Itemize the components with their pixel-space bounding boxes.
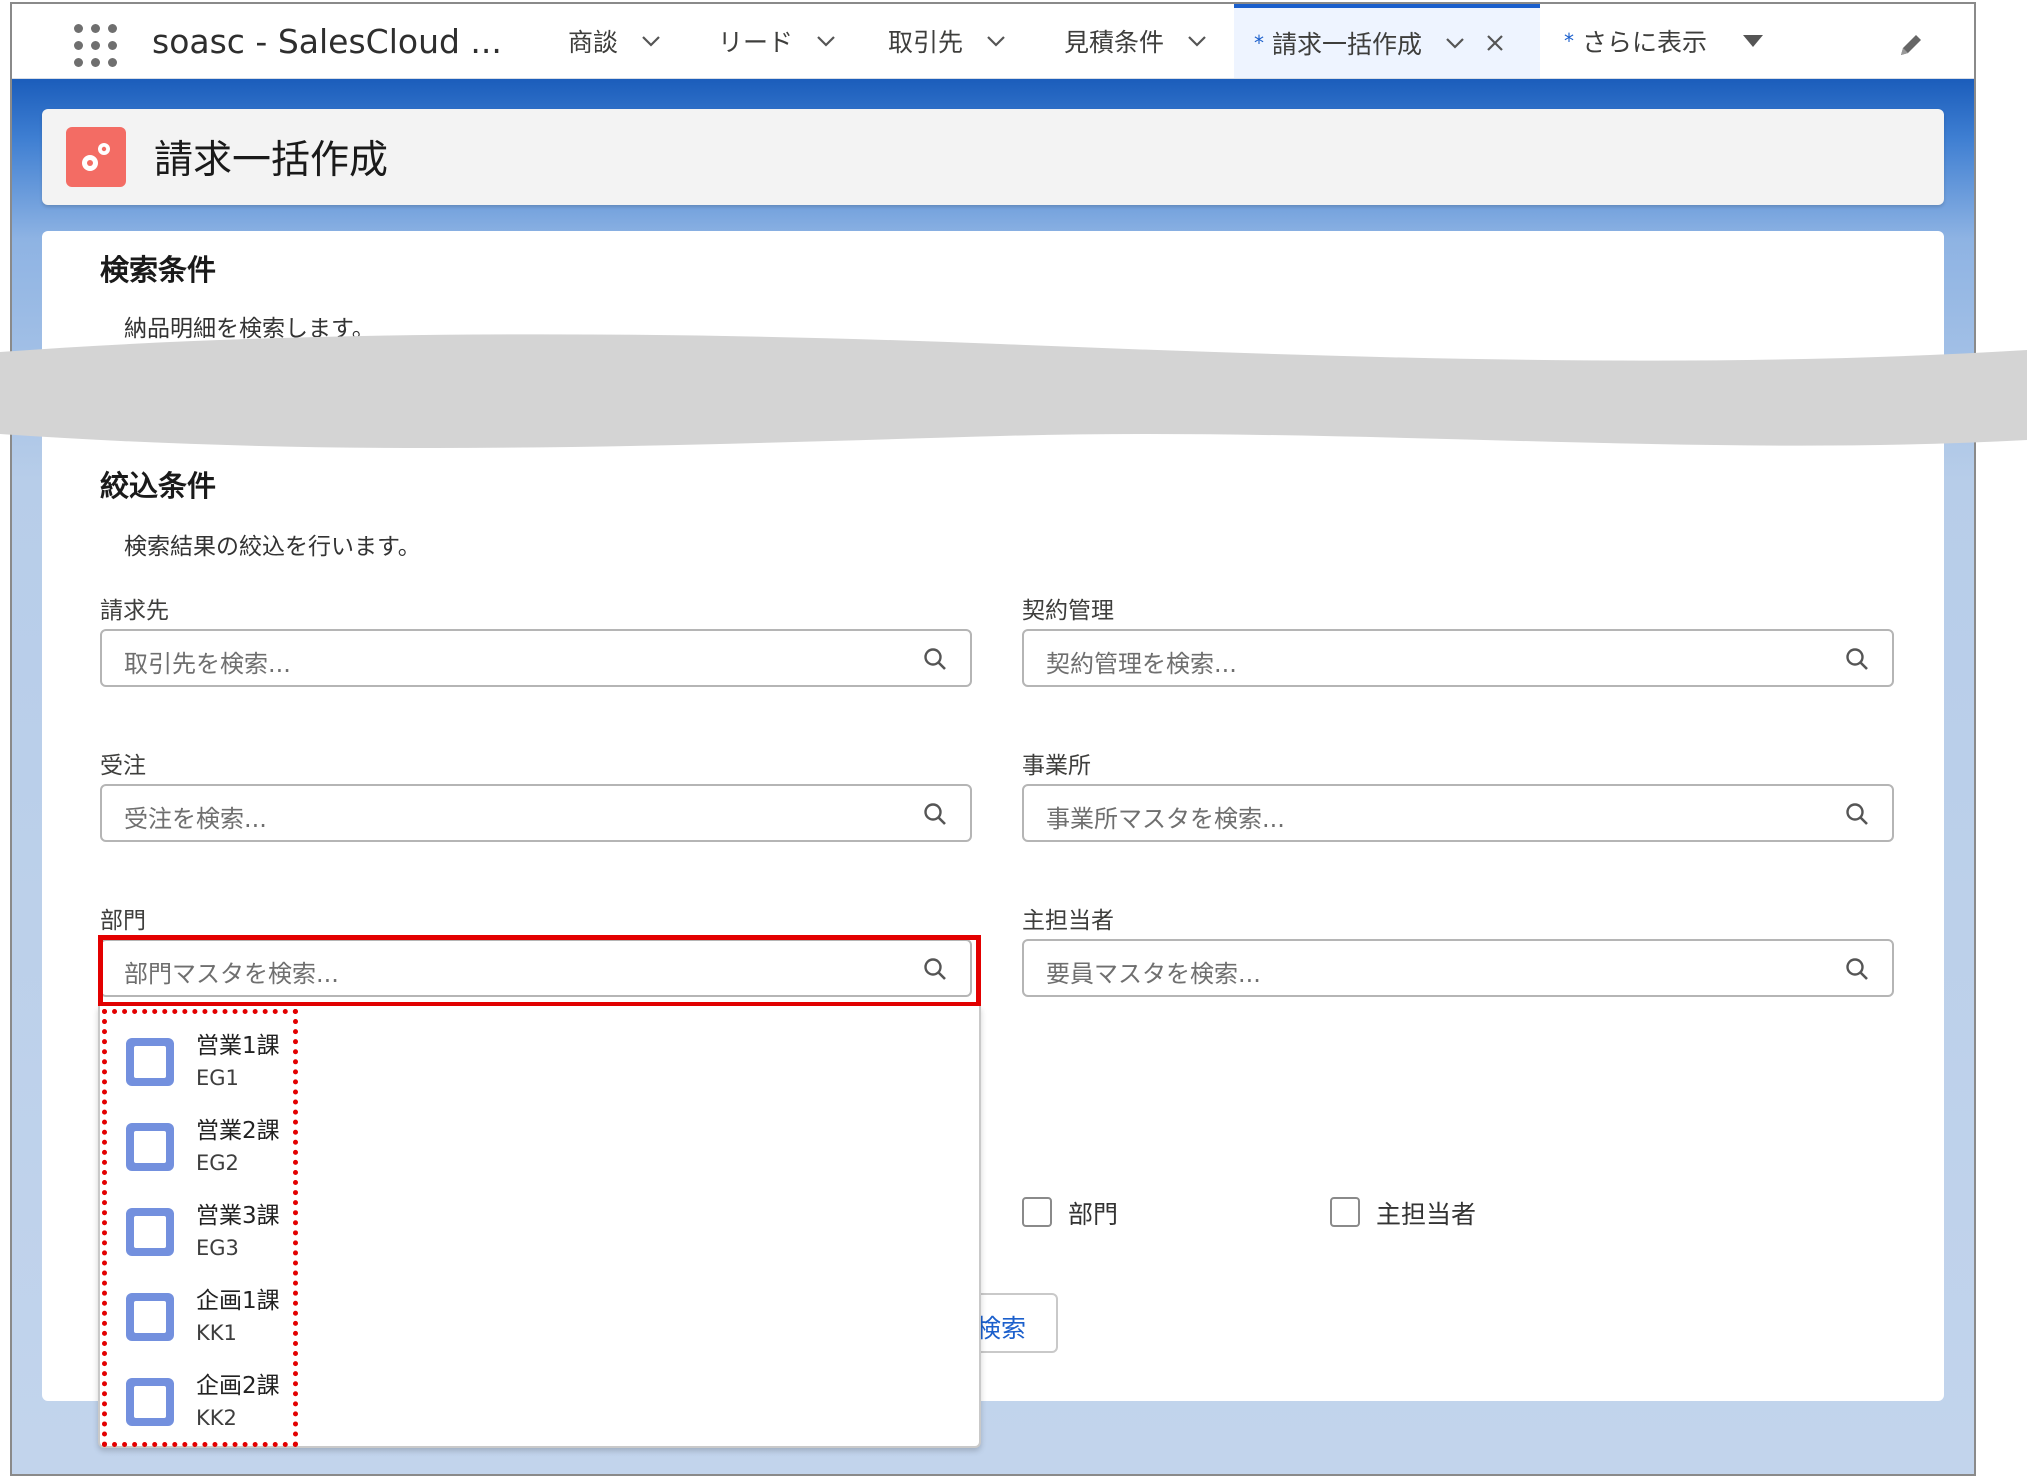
app-name: soasc - SalesCloud ... bbox=[152, 22, 502, 61]
tab-label: 商談 bbox=[568, 28, 619, 57]
unsaved-mark: * bbox=[1254, 31, 1264, 55]
department-label: 部門 bbox=[100, 908, 146, 934]
tab-opportunity[interactable]: 商談 bbox=[568, 4, 662, 78]
global-nav: soasc - SalesCloud ... 商談 リード 取引先 見積条件 *… bbox=[12, 4, 1974, 79]
close-icon[interactable] bbox=[1484, 32, 1506, 54]
department-checkbox[interactable] bbox=[1022, 1197, 1052, 1227]
owner-checkbox[interactable] bbox=[1330, 1197, 1360, 1227]
caret-down-icon bbox=[1743, 35, 1764, 47]
search-icon bbox=[924, 648, 946, 670]
tab-lead[interactable]: リード bbox=[718, 4, 837, 78]
search-section-title: 検索条件 bbox=[100, 253, 217, 287]
search-icon bbox=[1846, 958, 1868, 980]
contract-placeholder: 契約管理を検索... bbox=[1046, 650, 1237, 678]
office-label: 事業所 bbox=[1022, 753, 1091, 779]
owner-label: 主担当者 bbox=[1022, 908, 1114, 934]
filter-section-description: 検索結果の絞込を行います。 bbox=[124, 534, 421, 560]
owner-placeholder: 要員マスタを検索... bbox=[1046, 960, 1261, 988]
billing-lookup-input[interactable]: 取引先を検索... bbox=[100, 629, 972, 687]
search-button-label: 検索 bbox=[975, 1314, 1026, 1343]
order-lookup-input[interactable]: 受注を検索... bbox=[100, 784, 972, 842]
options-dotted-highlight bbox=[102, 1009, 298, 1447]
page-header: 請求一括作成 bbox=[42, 109, 1944, 205]
app-launcher-icon[interactable] bbox=[74, 24, 118, 68]
tab-label: リード bbox=[718, 28, 794, 57]
billing-label: 請求先 bbox=[100, 598, 169, 624]
office-lookup-input[interactable]: 事業所マスタを検索... bbox=[1022, 784, 1894, 842]
tab-label: 請求一括作成 bbox=[1272, 30, 1423, 59]
pencil-icon[interactable] bbox=[1896, 30, 1926, 60]
office-placeholder: 事業所マスタを検索... bbox=[1046, 805, 1285, 833]
billing-placeholder: 取引先を検索... bbox=[124, 650, 291, 678]
order-label: 受注 bbox=[100, 753, 146, 779]
contract-lookup-input[interactable]: 契約管理を検索... bbox=[1022, 629, 1894, 687]
chevron-down-icon[interactable] bbox=[1444, 32, 1466, 54]
unsaved-mark: * bbox=[1564, 29, 1574, 53]
filter-section-title: 絞込条件 bbox=[100, 469, 217, 503]
owner-lookup-input[interactable]: 要員マスタを検索... bbox=[1022, 939, 1894, 997]
omission-band bbox=[0, 334, 2027, 449]
page-title: 請求一括作成 bbox=[154, 138, 389, 183]
department-highlight-box bbox=[98, 935, 981, 1007]
app-window: soasc - SalesCloud ... 商談 リード 取引先 見積条件 *… bbox=[10, 2, 1976, 1476]
chevron-down-icon[interactable] bbox=[640, 30, 662, 52]
order-placeholder: 受注を検索... bbox=[124, 805, 267, 833]
chevron-down-icon[interactable] bbox=[1186, 30, 1208, 52]
owner-checkbox-label: 主担当者 bbox=[1376, 1200, 1477, 1229]
search-icon bbox=[1846, 803, 1868, 825]
chevron-down-icon[interactable] bbox=[985, 30, 1007, 52]
tab-more[interactable]: * さらに表示 bbox=[1564, 4, 1764, 78]
contract-label: 契約管理 bbox=[1022, 598, 1114, 624]
gears-icon bbox=[66, 127, 126, 187]
search-icon bbox=[924, 803, 946, 825]
tab-quote-conditions[interactable]: 見積条件 bbox=[1064, 4, 1208, 78]
search-icon bbox=[1846, 648, 1868, 670]
tab-account[interactable]: 取引先 bbox=[888, 4, 1007, 78]
tab-label: 取引先 bbox=[888, 28, 964, 57]
tab-label: 見積条件 bbox=[1064, 28, 1165, 57]
tab-bulk-invoice[interactable]: * 請求一括作成 bbox=[1234, 4, 1540, 78]
department-checkbox-label: 部門 bbox=[1068, 1200, 1119, 1229]
chevron-down-icon[interactable] bbox=[815, 30, 837, 52]
tab-label: さらに表示 bbox=[1582, 28, 1708, 57]
